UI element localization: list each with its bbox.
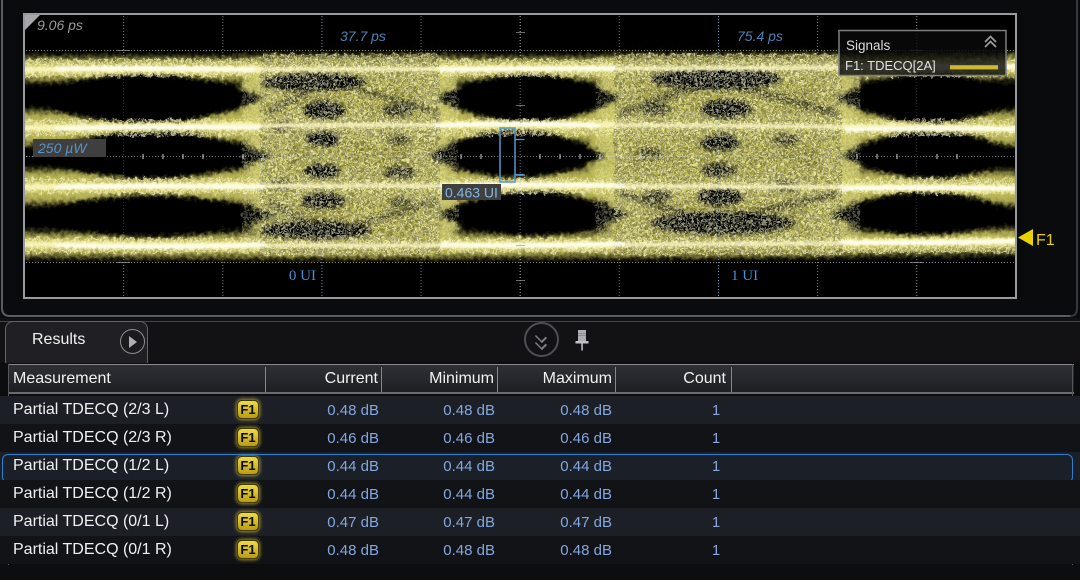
- svg-text:37.7 ps: 37.7 ps: [340, 28, 386, 44]
- svg-text:9.06 ps: 9.06 ps: [37, 17, 83, 33]
- svg-text:250 µW: 250 µW: [37, 140, 88, 156]
- svg-text:F1: TDECQ[2A]: F1: TDECQ[2A]: [845, 58, 936, 73]
- svg-text:Signals: Signals: [846, 38, 891, 53]
- svg-text:1 UI: 1 UI: [731, 268, 758, 284]
- svg-text:F1: F1: [1036, 232, 1055, 249]
- svg-text:0.463 UI: 0.463 UI: [445, 185, 498, 201]
- svg-text:0 UI: 0 UI: [289, 268, 316, 284]
- svg-text:75.4 ps: 75.4 ps: [737, 28, 783, 44]
